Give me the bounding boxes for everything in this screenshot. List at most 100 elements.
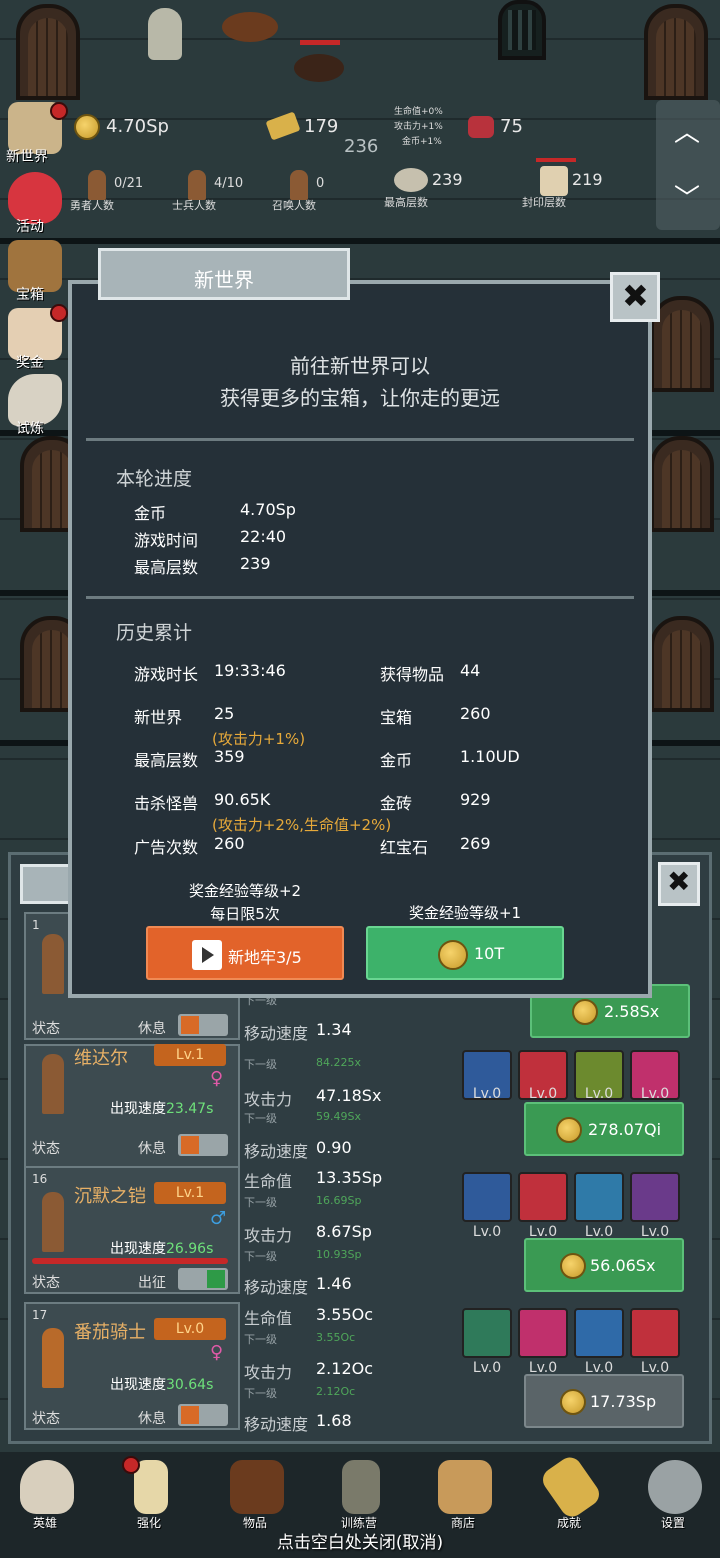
hero-card[interactable]: 16 沉默之铠 Lv.1 ♂ 出现速度26.96s 状态 出征 [24, 1166, 240, 1294]
stone-icon [394, 168, 428, 192]
upgrade-button[interactable]: 278.07Qi [524, 1102, 684, 1156]
skill-sword-icon[interactable] [518, 1172, 568, 1222]
attack-label: 攻击力 [244, 1090, 293, 1109]
arrow-down-icon[interactable]: ﹀ [674, 178, 700, 215]
move-speed-label: 移动速度 [244, 1142, 309, 1161]
hero-state-label: 状态 [32, 1141, 60, 1157]
sidebar-item-chest[interactable]: 宝箱 [4, 238, 66, 303]
ghost-enemy-icon [148, 8, 182, 60]
attack-next-value: 59.49Sx [316, 1110, 361, 1123]
attack-next-value: 10.93Sp [316, 1248, 362, 1261]
hero-rest-label: 休息 [138, 1411, 166, 1427]
dialog-title: 新世界 [194, 268, 254, 292]
move-speed-value: 1.68 [316, 1411, 352, 1430]
skill-shield-icon[interactable] [462, 1172, 512, 1222]
gold-bars-amount: 179 [304, 116, 339, 137]
skill-rune-icon[interactable] [574, 1308, 624, 1358]
history-value: 269 [460, 834, 491, 853]
enemy-health-bar [300, 40, 340, 45]
deploy-toggle[interactable] [178, 1268, 228, 1290]
hero-card[interactable]: 维达尔 Lv.1 ♀ 出现速度23.47s 状态 休息 [24, 1044, 240, 1172]
hp-label: 生命值 [244, 1309, 293, 1328]
attack-label: 攻击力 [244, 1226, 293, 1245]
dungeon-door [16, 4, 80, 100]
hero-card[interactable]: 17 番茄骑士 Lv.0 ♀ 出现速度30.64s 状态 休息 [24, 1302, 240, 1430]
sidebar-item-event[interactable]: 活动 [4, 170, 66, 235]
spawn-speed-value: 26.96s [166, 1241, 214, 1257]
arrow-up-icon[interactable]: ︿ [674, 112, 700, 149]
floor-scroll-arrows: ︿ ﹀ [656, 100, 720, 230]
beer-mug-icon [438, 1460, 492, 1514]
skull-icon [20, 1460, 74, 1514]
female-icon: ♀ [210, 1068, 224, 1089]
deploy-toggle[interactable] [178, 1134, 228, 1156]
history-value: 25 [214, 704, 235, 723]
skill-blood-icon[interactable] [518, 1308, 568, 1358]
next-level-label: 下一级 [244, 1058, 277, 1071]
sidebar-label: 试炼 [16, 421, 44, 437]
hero-number: 16 [32, 1172, 48, 1186]
move-speed-value: 1.46 [316, 1274, 352, 1293]
heroes-label: 勇者人数 [70, 199, 114, 212]
intro-line-2: 获得更多的宝箱，让你走的更远 [220, 386, 500, 410]
hero-panel-close-button[interactable]: ✖ [658, 862, 700, 906]
upgrade-button[interactable]: 56.06Sx [524, 1238, 684, 1292]
video-play-icon [192, 940, 222, 970]
next-level-label: 下一级 [244, 1196, 277, 1209]
hp-value: 3.55Oc [316, 1305, 374, 1324]
new-dungeon-ad-button[interactable]: 新地牢3/5 [146, 926, 344, 980]
round-value: 4.70Sp [240, 500, 296, 519]
skill-hood-icon[interactable] [630, 1172, 680, 1222]
upgrade-button-disabled[interactable]: 17.73Sp [524, 1374, 684, 1428]
round-progress-title: 本轮进度 [116, 468, 193, 490]
hero-name: 维达尔 [74, 1048, 128, 1069]
hero-level-badge: Lv.1 [154, 1044, 226, 1066]
history-value: 44 [460, 661, 481, 680]
history-key: 获得物品 [380, 665, 445, 684]
move-speed-label: 移动速度 [244, 1415, 309, 1434]
hero-health-bar [32, 1258, 228, 1264]
history-key: 金币 [380, 751, 413, 770]
sidebar-item-bonus[interactable]: 奖金 [4, 304, 68, 371]
hero-name: 番茄骑士 [74, 1322, 146, 1343]
right-button-caption: 奖金经验等级+1 [408, 904, 522, 922]
max-floor-label: 最高层数 [384, 196, 428, 209]
hero-state-label: 状态 [32, 1411, 60, 1427]
divider [86, 596, 634, 599]
ruby-icon [468, 116, 494, 138]
history-key: 广告次数 [134, 838, 199, 857]
upgrade-cost: 56.06Sx [590, 1256, 656, 1275]
hero-name: 沉默之铠 [74, 1186, 146, 1207]
hero-number: 17 [32, 1308, 48, 1322]
skill-gauntlet-icon[interactable] [630, 1308, 680, 1358]
dialog-title-tab: 新世界 [98, 248, 350, 300]
spawn-speed-label: 出现速度 [110, 1377, 166, 1393]
male-icon: ♂ [210, 1208, 227, 1229]
scroll-icon [540, 166, 568, 196]
upgrade-cost: 278.07Qi [588, 1120, 662, 1139]
close-icon: ✖ [667, 865, 691, 898]
hp-label: 生命值 [244, 1172, 293, 1191]
buff-atk: 攻击力+1% [394, 122, 443, 132]
close-icon: ✖ [622, 277, 649, 315]
new-world-gold-button[interactable]: 10T [366, 926, 564, 980]
sidebar-item-trial[interactable]: 试炼 [4, 372, 66, 437]
sidebar-item-new-world[interactable]: 新世界 [4, 100, 68, 165]
dungeon-door [650, 616, 714, 712]
divider [86, 438, 634, 441]
soldier-icon [188, 170, 206, 200]
skill-shield-icon[interactable] [462, 1308, 512, 1358]
attack-value: 8.67Sp [316, 1222, 372, 1241]
deploy-toggle[interactable] [178, 1014, 228, 1036]
dialog-close-button[interactable]: ✖ [610, 272, 660, 322]
hero-rest-label: 休息 [138, 1141, 166, 1157]
deploy-toggle[interactable] [178, 1404, 228, 1426]
spawn-speed-value: 30.64s [166, 1377, 214, 1393]
dismiss-hint[interactable]: 点击空白处关闭(取消) [0, 1528, 720, 1553]
skill-armor-icon[interactable] [574, 1172, 624, 1222]
hero-number: 1 [32, 918, 40, 932]
gold-coin-icon [560, 1253, 586, 1279]
book-icon [230, 1460, 284, 1514]
female-icon: ♀ [210, 1342, 224, 1363]
history-key: 击杀怪兽 [134, 794, 199, 813]
